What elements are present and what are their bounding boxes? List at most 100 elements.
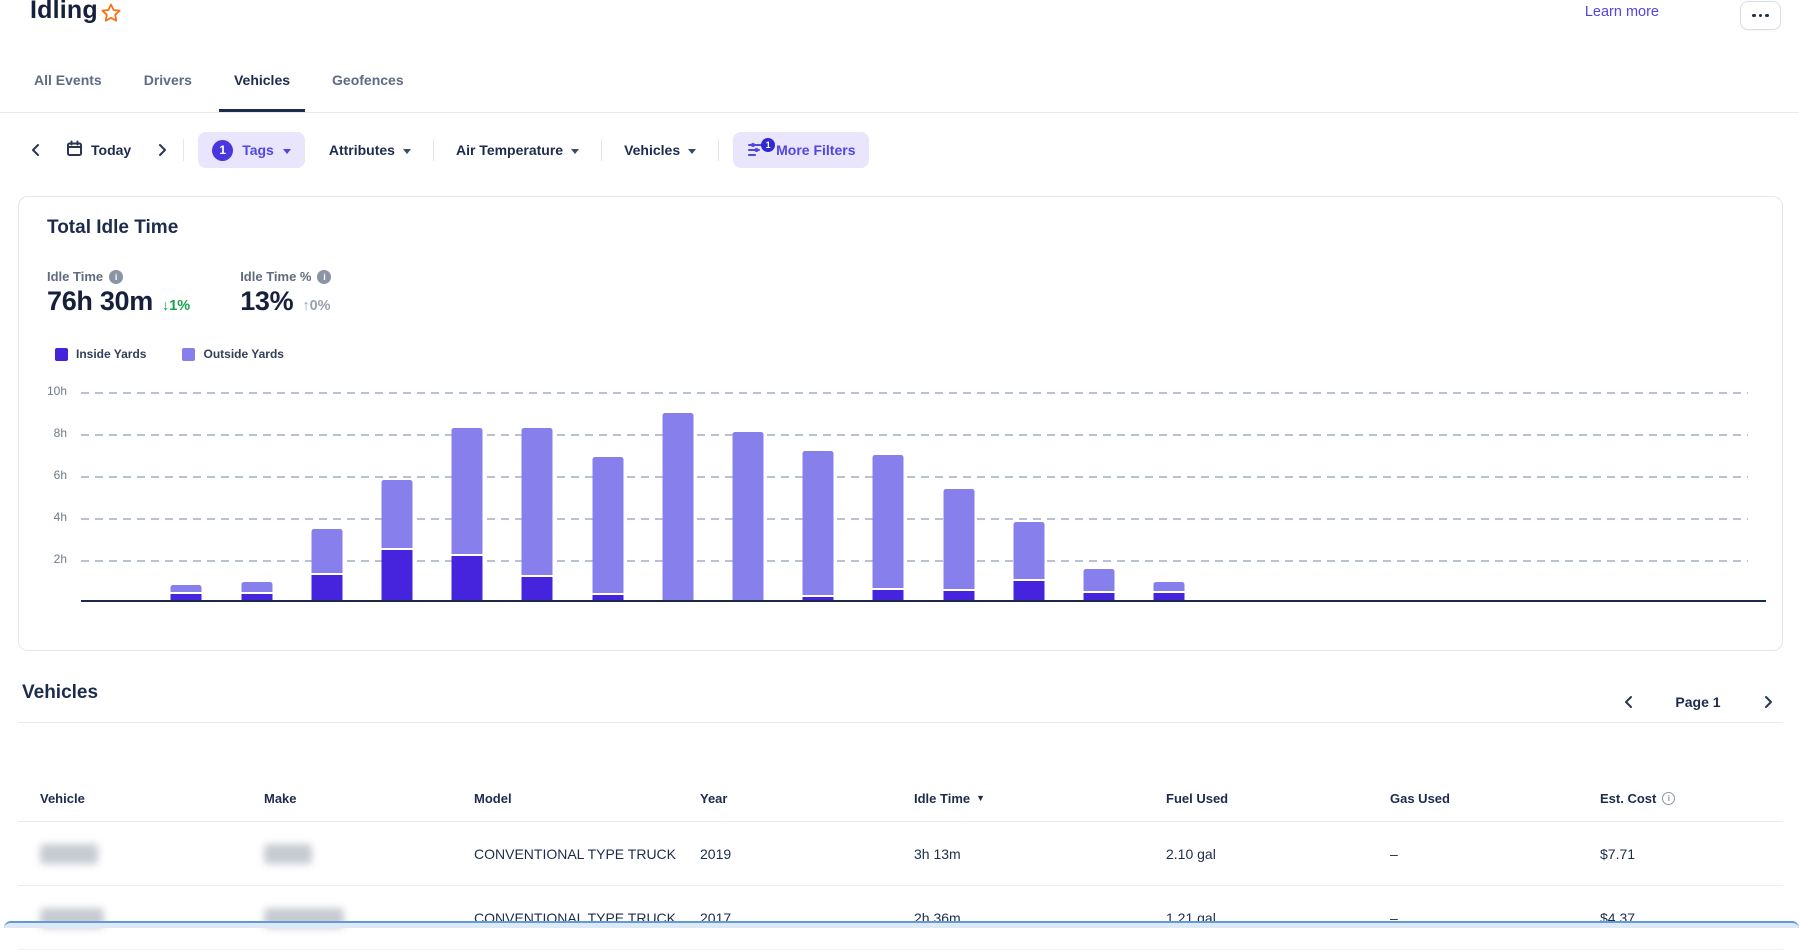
- more-filters-count-badge: 1: [761, 138, 775, 152]
- table-cell: [242, 844, 452, 864]
- table-cell: –: [1368, 846, 1578, 862]
- page-next-button[interactable]: [1753, 684, 1783, 720]
- legend-swatch-icon: [182, 348, 195, 361]
- chart-title: Total Idle Time: [47, 217, 178, 239]
- bar-segment-outside-yards: [592, 457, 623, 595]
- gridline: [81, 518, 1748, 520]
- bar-segment-outside-yards: [452, 428, 483, 556]
- legend-inside-yards: Inside Yards: [55, 347, 146, 361]
- filter-divider: [433, 139, 434, 161]
- chart-bar: [381, 480, 412, 600]
- ellipsis-icon: [1752, 14, 1756, 18]
- bar-segment-inside-yards: [943, 591, 974, 600]
- bar-segment-outside-yards: [732, 432, 763, 600]
- bar-segment-inside-yards: [311, 575, 342, 600]
- calendar-icon: [66, 140, 83, 160]
- tab-vehicles[interactable]: Vehicles: [219, 68, 305, 112]
- metric-idle-time-pct: Idle Time % i 13% ↑0%: [240, 269, 331, 317]
- chart-bar: [171, 585, 202, 600]
- vehicles-section-title: Vehicles: [22, 682, 98, 704]
- attributes-filter-button[interactable]: Attributes: [313, 132, 427, 168]
- favorite-star-icon[interactable]: [100, 2, 122, 29]
- chart-bar: [522, 428, 553, 600]
- chart-bar: [732, 432, 763, 600]
- filter-divider: [183, 139, 184, 161]
- date-next-button[interactable]: [147, 132, 177, 168]
- bar-segment-outside-yards: [662, 413, 693, 600]
- bar-segment-inside-yards: [381, 550, 412, 600]
- table-row[interactable]: CONVENTIONAL TYPE TRUCK20172h 36m1.21 ga…: [18, 886, 1783, 950]
- table-row[interactable]: CONVENTIONAL TYPE TRUCK20193h 13m2.10 ga…: [18, 822, 1783, 886]
- chart-bar: [943, 489, 974, 600]
- bar-segment-outside-yards: [803, 451, 834, 597]
- chart-bar: [241, 582, 272, 600]
- chevron-down-icon: [688, 149, 696, 154]
- page-indicator: Page 1: [1643, 694, 1753, 710]
- sort-desc-icon: ▼: [976, 793, 985, 803]
- table-header-row: VehicleMakeModelYearIdle Time▼Fuel UsedG…: [18, 775, 1783, 822]
- table-cell: 2019: [678, 846, 892, 862]
- bar-segment-outside-yards: [1013, 522, 1044, 581]
- learn-more-link[interactable]: Learn more: [1585, 4, 1659, 20]
- bar-segment-outside-yards: [522, 428, 553, 577]
- bar-segment-inside-yards: [592, 595, 623, 600]
- column-header-est-cost[interactable]: Est. Costi: [1578, 791, 1783, 806]
- total-idle-time-card: Total Idle Time Idle Time i 76h 30m ↓1% …: [18, 196, 1783, 651]
- section-divider: [18, 722, 1783, 723]
- bar-segment-inside-yards: [522, 577, 553, 600]
- more-filters-button[interactable]: 1 More Filters: [733, 132, 869, 168]
- idle-time-pct-delta: ↑0%: [302, 298, 330, 314]
- idle-time-value: 76h 30m: [47, 286, 153, 317]
- tags-filter-button[interactable]: 1 Tags: [198, 132, 305, 168]
- bar-segment-inside-yards: [171, 594, 202, 600]
- bar-segment-inside-yards: [1084, 593, 1115, 600]
- bar-segment-inside-yards: [452, 556, 483, 600]
- y-axis-label: 4h: [23, 510, 67, 524]
- gridline: [81, 476, 1748, 478]
- chart-bar: [311, 529, 342, 600]
- chart-bar: [1154, 582, 1185, 600]
- info-icon[interactable]: i: [109, 270, 123, 284]
- air-temperature-filter-button[interactable]: Air Temperature: [440, 132, 595, 168]
- date-prev-button[interactable]: [20, 132, 50, 168]
- column-header-vehicle[interactable]: Vehicle: [18, 791, 242, 806]
- bar-segment-inside-yards: [873, 590, 904, 601]
- y-axis-label: 10h: [23, 384, 67, 398]
- table-cell: [18, 844, 242, 864]
- metric-idle-time: Idle Time i 76h 30m ↓1%: [47, 269, 190, 317]
- bar-segment-outside-yards: [1154, 582, 1185, 593]
- idle-time-bar-chart: 10h8h6h4h2h: [81, 392, 1766, 602]
- column-header-gas-used[interactable]: Gas Used: [1368, 791, 1578, 806]
- column-header-idle-time[interactable]: Idle Time▼: [892, 791, 1144, 806]
- tab-drivers[interactable]: Drivers: [129, 68, 207, 112]
- table-cell: 3h 13m: [892, 846, 1144, 862]
- table-cell: 2.10 gal: [1144, 846, 1368, 862]
- gridline: [81, 434, 1748, 436]
- bar-segment-inside-yards: [1013, 581, 1044, 600]
- summary-metrics: Idle Time i 76h 30m ↓1% Idle Time % i 13…: [47, 269, 331, 317]
- tab-all-events[interactable]: All Events: [19, 68, 117, 112]
- gridline: [81, 392, 1748, 394]
- chevron-down-icon: [403, 149, 411, 154]
- info-icon[interactable]: i: [317, 270, 331, 284]
- column-header-fuel-used[interactable]: Fuel Used: [1144, 791, 1368, 806]
- filter-divider: [601, 139, 602, 161]
- page-prev-button[interactable]: [1613, 684, 1643, 720]
- column-header-model[interactable]: Model: [452, 791, 678, 806]
- tab-geofences[interactable]: Geofences: [317, 68, 419, 112]
- overflow-menu-button[interactable]: [1740, 1, 1781, 30]
- report-tabs: All Events Drivers Vehicles Geofences: [0, 68, 1799, 113]
- filter-divider: [718, 139, 719, 161]
- y-axis-label: 2h: [23, 552, 67, 566]
- column-header-make[interactable]: Make: [242, 791, 452, 806]
- bar-segment-inside-yards: [803, 597, 834, 600]
- bar-segment-outside-yards: [943, 489, 974, 591]
- bar-segment-outside-yards: [381, 480, 412, 549]
- info-icon[interactable]: i: [1662, 792, 1675, 805]
- date-range-button[interactable]: Today: [50, 132, 147, 168]
- idle-time-pct-value: 13%: [240, 286, 293, 317]
- vehicles-filter-button[interactable]: Vehicles: [608, 132, 712, 168]
- y-axis-label: 6h: [23, 468, 67, 482]
- bar-segment-outside-yards: [171, 585, 202, 593]
- column-header-year[interactable]: Year: [678, 791, 892, 806]
